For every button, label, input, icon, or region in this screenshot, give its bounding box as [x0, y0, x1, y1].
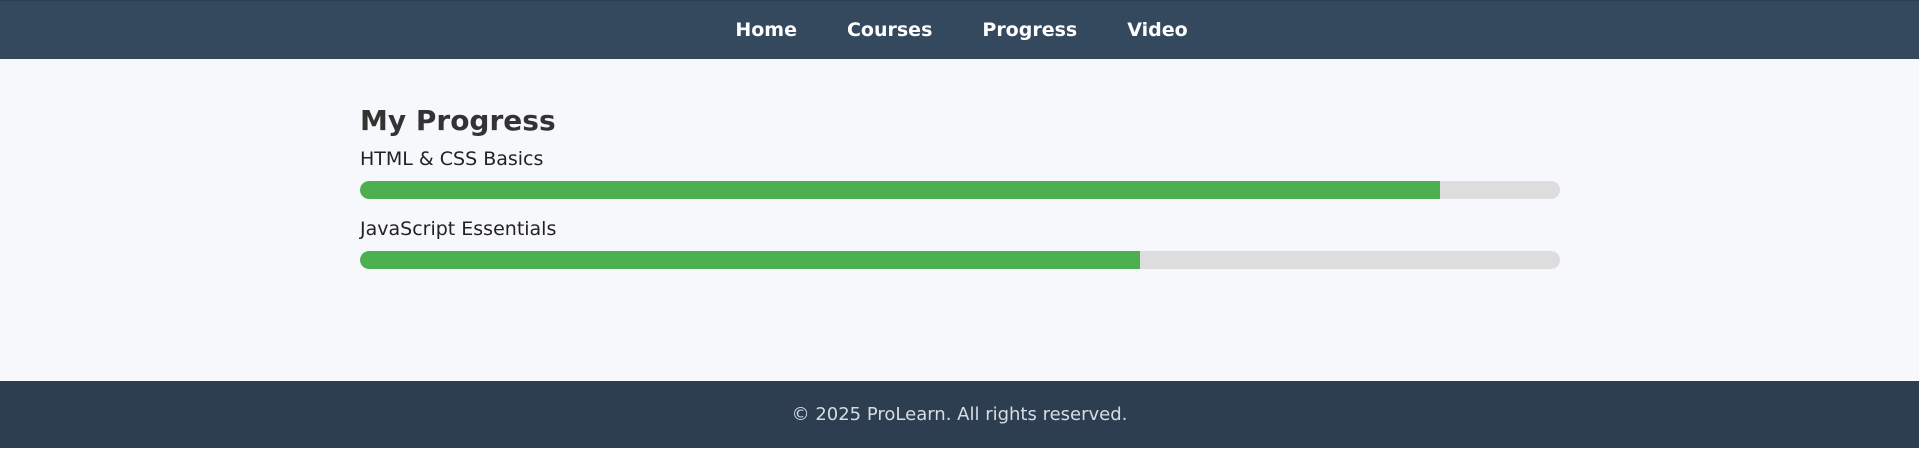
progress-bar-fill: [360, 251, 1140, 269]
copyright-text: © 2025 ProLearn. All rights reserved.: [791, 404, 1128, 425]
progress-bar-track: [360, 251, 1560, 269]
course-name: HTML & CSS Basics: [360, 148, 544, 170]
progress-bar-fill: [360, 181, 1440, 199]
course-name: JavaScript Essentials: [360, 218, 557, 240]
top-navigation: Home Courses Progress Video: [0, 0, 1919, 59]
progress-section: My Progress HTML & CSS Basics JavaScript…: [360, 107, 1560, 269]
nav-video-link[interactable]: Video: [1127, 20, 1187, 40]
footer: © 2025 ProLearn. All rights reserved.: [0, 381, 1919, 448]
nav-progress-link[interactable]: Progress: [982, 20, 1077, 40]
progress-bar-track: [360, 181, 1560, 199]
course-progress-html-css: HTML & CSS Basics: [360, 150, 1560, 199]
course-progress-javascript: JavaScript Essentials: [360, 220, 1560, 269]
main-content: My Progress HTML & CSS Basics JavaScript…: [0, 59, 1919, 381]
main-menu: Home Courses Progress Video: [735, 20, 1187, 40]
page-title: My Progress: [360, 104, 556, 137]
nav-courses-link[interactable]: Courses: [847, 20, 932, 40]
nav-home-link[interactable]: Home: [735, 20, 797, 40]
